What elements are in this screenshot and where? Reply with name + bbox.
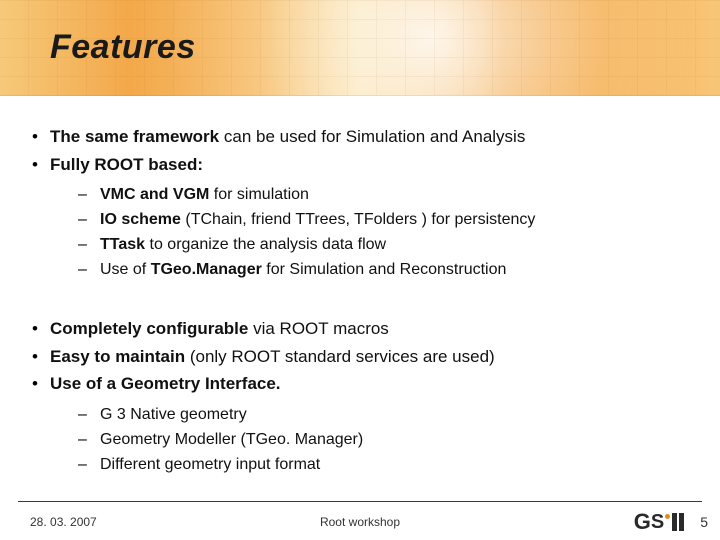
sub-bullet-item: Geometry Modeller (TGeo. Manager) <box>78 428 690 452</box>
footer: 28. 03. 2007 Root workshop G S 5 <box>0 504 720 540</box>
sub-bullet-item: G 3 Native geometry <box>78 403 690 427</box>
gsi-logo: G S <box>634 509 684 535</box>
sub-rest: to organize the analysis data flow <box>145 236 386 253</box>
footer-center-text: Root workshop <box>0 515 720 529</box>
sub-strong: TTask <box>100 236 145 253</box>
sub-bullet-item: VMC and VGM for simulation <box>78 183 690 207</box>
page-number: 5 <box>700 514 708 530</box>
sub-bullet-item: IO scheme (TChain, friend TTrees, TFolde… <box>78 208 690 232</box>
logo-dot-icon <box>665 514 670 519</box>
logo-bar <box>672 513 677 531</box>
bullet-item: The same framework can be used for Simul… <box>30 124 690 150</box>
sub-bullet-item: Use of TGeo.Manager for Simulation and R… <box>78 258 690 282</box>
bullet-strong: Fully ROOT based: <box>50 155 203 174</box>
vertical-spacer <box>30 292 690 316</box>
slide-title: Features <box>50 28 196 67</box>
logo-bar <box>679 513 684 531</box>
sub-rest: for Simulation and Reconstruction <box>262 261 507 278</box>
footer-date: 28. 03. 2007 <box>30 515 97 529</box>
sub-bullet-group-2: G 3 Native geometry Geometry Modeller (T… <box>78 403 690 477</box>
bullet-item: Easy to maintain (only ROOT standard ser… <box>30 344 690 370</box>
sub-strong: IO scheme <box>100 211 181 228</box>
bullet-rest: can be used for Simulation and Analysis <box>219 127 525 146</box>
bullet-strong: The same framework <box>50 127 219 146</box>
logo-bars-icon <box>672 513 684 531</box>
footer-right: G S 5 <box>634 509 708 535</box>
sub-bullet-group-1: VMC and VGM for simulation IO scheme (TC… <box>78 183 690 282</box>
footer-divider <box>18 501 702 502</box>
slide-body: The same framework can be used for Simul… <box>0 96 720 477</box>
sub-bullet-item: TTask to organize the analysis data flow <box>78 233 690 257</box>
sub-strong: TGeo.Manager <box>151 261 262 278</box>
logo-letter-s: S <box>651 511 663 534</box>
sub-rest: for simulation <box>209 186 309 203</box>
bullet-strong: Completely configurable <box>50 319 248 338</box>
bullet-strong: Easy to maintain <box>50 347 185 366</box>
sub-strong: VMC and VGM <box>100 186 209 203</box>
bullet-item: Fully ROOT based: VMC and VGM for simula… <box>30 152 690 283</box>
bullet-group-2: Completely configurable via ROOT macros … <box>30 316 690 477</box>
sub-prefix: Use of <box>100 261 151 278</box>
bullet-rest: (only ROOT standard services are used) <box>185 347 495 366</box>
title-band: Features <box>0 0 720 96</box>
bullet-strong: Use of a Geometry Interface. <box>50 374 281 393</box>
bullet-group-1: The same framework can be used for Simul… <box>30 124 690 282</box>
sub-bullet-item: Different geometry input format <box>78 453 690 477</box>
logo-letter-g: G <box>634 509 650 535</box>
bullet-item: Completely configurable via ROOT macros <box>30 316 690 342</box>
bullet-item: Use of a Geometry Interface. G 3 Native … <box>30 371 690 477</box>
sub-rest: (TChain, friend TTrees, TFolders ) for p… <box>181 211 535 228</box>
bullet-rest: via ROOT macros <box>248 319 388 338</box>
